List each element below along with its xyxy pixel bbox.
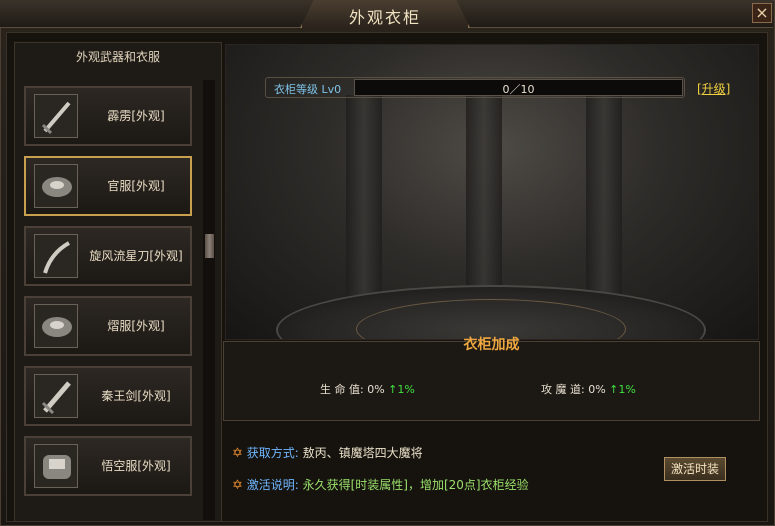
scroll-thumb[interactable] <box>205 234 214 258</box>
list-item[interactable]: 悟空服[外观] <box>24 436 192 496</box>
list-item[interactable]: 官服[外观] <box>24 156 192 216</box>
bonus-title: 衣柜加成 <box>463 337 520 353</box>
obtain-key: 获取方式: <box>246 446 299 460</box>
item-label: 官服[外观] <box>107 179 165 193</box>
level-progress-bar: 0／10 <box>354 79 683 96</box>
star-icon: ✡ <box>232 478 243 493</box>
wardrobe-level: 衣柜等级 Lv0 <box>274 81 341 97</box>
level-label: 衣柜等级 <box>274 83 318 96</box>
stat-gain: 1% <box>618 383 636 396</box>
stat-gain: 1% <box>397 383 415 396</box>
stat-attack: 攻 魔 道: 0% ↑1% <box>541 381 636 397</box>
stat-up-arrow-icon: ↑ <box>388 383 398 396</box>
stat-value: 0% <box>588 383 606 396</box>
curved-blade-icon <box>34 234 78 278</box>
item-label: 熠服[外观] <box>107 319 165 333</box>
stat-hp: 生 命 值: 0% ↑1% <box>320 381 415 397</box>
obtain-info: ✡ 获取方式: 敖丙、镇魔塔四大魔将 <box>232 444 423 461</box>
obtain-value: 敖丙、镇魔塔四大魔将 <box>302 446 423 460</box>
close-button[interactable]: × <box>752 3 772 23</box>
list-item[interactable]: 熠服[外观] <box>24 296 192 356</box>
scene-pillar <box>346 95 382 315</box>
activate-button[interactable]: 激活时装 <box>664 457 726 481</box>
sword-icon <box>34 374 78 418</box>
stat-name: 攻 魔 道: <box>541 383 585 396</box>
activate-key: 激活说明: <box>246 478 299 492</box>
progress-text: 0／10 <box>502 83 535 96</box>
sword-icon <box>34 94 78 138</box>
item-label: 旋风流星刀[外观] <box>89 249 183 263</box>
item-label: 悟空服[外观] <box>101 459 171 473</box>
armor-icon <box>34 304 78 348</box>
list-header: 外观武器和衣服 <box>75 50 160 64</box>
list-item[interactable]: 霹雳[外观] <box>24 86 192 146</box>
armor-icon <box>34 164 78 208</box>
scene-pillar <box>586 95 622 315</box>
stat-value: 0% <box>367 383 385 396</box>
scene-pillar <box>466 95 502 315</box>
stat-up-arrow-icon: ↑ <box>609 383 619 396</box>
armor-icon <box>34 444 78 488</box>
upgrade-link[interactable]: [升级] <box>697 80 730 97</box>
star-icon: ✡ <box>232 446 243 461</box>
stat-name: 生 命 值: <box>320 383 364 396</box>
activate-value: 永久获得[时装属性]，增加[20点]衣柜经验 <box>302 478 529 492</box>
list-scrollbar[interactable] <box>203 80 215 520</box>
level-value: Lv0 <box>321 83 342 96</box>
list-item[interactable]: 旋风流星刀[外观] <box>24 226 192 286</box>
item-label: 霹雳[外观] <box>107 109 165 123</box>
activate-info: ✡ 激活说明: 永久获得[时装属性]，增加[20点]衣柜经验 <box>232 476 529 493</box>
window-title: 外观衣柜 <box>348 8 421 27</box>
list-item[interactable]: 秦王剑[外观] <box>24 366 192 426</box>
item-label: 秦王剑[外观] <box>101 389 171 403</box>
